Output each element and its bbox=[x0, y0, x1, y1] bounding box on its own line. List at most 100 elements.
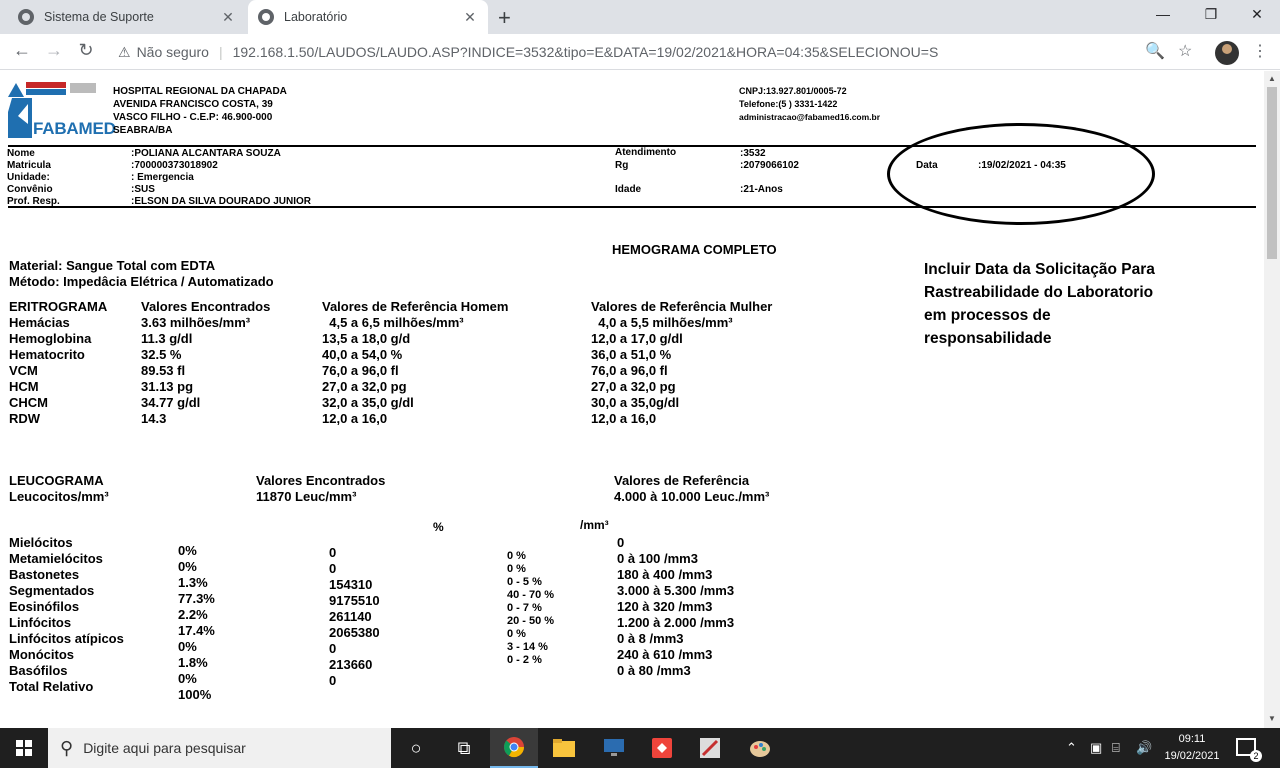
eritro-ref-h: 4,5 a 6,5 milhões/mm³ bbox=[322, 315, 464, 330]
close-window-button[interactable]: ✕ bbox=[1234, 6, 1280, 23]
leuco-name: Metamielócitos bbox=[9, 551, 103, 566]
patient-rg: :2079066102 bbox=[740, 160, 799, 171]
windows-taskbar: ⚲ Digite aqui para pesquisar ○ ⧉ ⌃ ▣ ⌸ 🔊… bbox=[0, 728, 1280, 768]
remote-desktop-icon[interactable] bbox=[590, 728, 638, 768]
mm3-header: /mm³ bbox=[580, 518, 609, 532]
leuco-abs: 0 bbox=[329, 673, 337, 688]
network-icon[interactable]: ⌸ bbox=[1112, 740, 1120, 756]
syringe-icon bbox=[700, 738, 720, 758]
minimize-button[interactable]: — bbox=[1140, 6, 1186, 22]
hospital-phone: Telefone:(5 ) 3331-1422 bbox=[739, 99, 838, 109]
eritro-ref-h: 13,5 a 18,0 g/d bbox=[322, 331, 411, 346]
leuco-name: Bastonetes bbox=[9, 567, 80, 582]
leuco-name: Segmentados bbox=[9, 583, 95, 598]
palette-icon bbox=[750, 741, 770, 757]
task-view-icon[interactable]: ⧉ bbox=[440, 728, 488, 768]
leuco-ref-pct: 3 - 14 % bbox=[507, 641, 548, 653]
monitor-icon bbox=[604, 739, 624, 756]
tab-laboratorio[interactable]: Laboratório ✕ bbox=[248, 0, 488, 34]
leuco-ref-pct: 20 - 50 % bbox=[507, 615, 555, 627]
patient-matricula: :700000373018902 bbox=[131, 160, 218, 171]
leuco-ref-pct: 0 - 5 % bbox=[507, 576, 542, 588]
eritro-value: 3.63 milhões/mm³ bbox=[141, 315, 251, 330]
leuco-ref-pct: 0 - 2 % bbox=[507, 654, 542, 666]
leuco-abs: 9175510 bbox=[329, 593, 380, 608]
search-placeholder: Digite aqui para pesquisar bbox=[83, 740, 246, 756]
leuco-abs: 0 bbox=[329, 641, 337, 656]
file-explorer-icon[interactable] bbox=[540, 728, 588, 768]
meet-icon[interactable]: ▣ bbox=[1090, 740, 1102, 756]
leuco-header-found: Valores Encontrados bbox=[256, 473, 386, 488]
leuco-ref-mm3: 0 à 80 /mm3 bbox=[617, 663, 691, 678]
bookmark-star-icon[interactable]: ☆ bbox=[1178, 41, 1192, 61]
reload-button[interactable]: ↻ bbox=[74, 40, 98, 61]
eritro-value: 32.5 % bbox=[141, 347, 182, 362]
forward-button[interactable]: → bbox=[42, 40, 66, 61]
address-bar[interactable]: ⚠ Não seguro | 192.168.1.50/LAUDOS/LAUDO… bbox=[108, 38, 1208, 66]
tab-close-icon[interactable]: ✕ bbox=[462, 9, 478, 26]
leuco-pct: 100% bbox=[178, 687, 212, 702]
chevron-up-icon[interactable]: ⌃ bbox=[1066, 740, 1077, 756]
governo-logo bbox=[8, 82, 96, 97]
back-button[interactable]: ← bbox=[10, 40, 34, 61]
eritro-ref-h: 32,0 a 35,0 g/dl bbox=[322, 395, 414, 410]
chrome-icon[interactable] bbox=[490, 728, 538, 768]
clock-time: 09:11 bbox=[1178, 733, 1206, 745]
leuco-name: Basófilos bbox=[9, 663, 68, 678]
tab-bar: Sistema de Suporte ✕ Laboratório ✕ + — ❐… bbox=[0, 0, 1280, 34]
url-text[interactable]: 192.168.1.50/LAUDOS/LAUDO.ASP?INDICE=353… bbox=[233, 44, 939, 60]
page-scrollbar[interactable]: ▲ ▼ bbox=[1264, 71, 1280, 728]
eritro-ref-h: 40,0 a 54,0 % bbox=[322, 347, 403, 362]
app-icon[interactable] bbox=[686, 728, 734, 768]
anydesk-icon[interactable] bbox=[638, 728, 686, 768]
new-tab-button[interactable]: + bbox=[498, 5, 511, 31]
leuco-abs: 213660 bbox=[329, 657, 373, 672]
annotation-note: Incluir Data da Solicitação Para Rastrea… bbox=[924, 261, 1155, 347]
eritro-header: Valores de Referência Homem bbox=[322, 299, 509, 314]
notification-icon[interactable] bbox=[1236, 738, 1262, 762]
globe-icon bbox=[258, 9, 274, 25]
eritro-header: Valores Encontrados bbox=[141, 299, 271, 314]
leuco-name: Eosinófilos bbox=[9, 599, 80, 614]
profile-avatar[interactable] bbox=[1215, 41, 1239, 65]
eritro-value: 11.3 g/dl bbox=[141, 331, 193, 346]
patient-unidade: : Emergencia bbox=[131, 172, 194, 183]
leuco-ref-pct: 40 - 70 % bbox=[507, 589, 555, 601]
label-idade: Idade bbox=[615, 184, 642, 195]
clock-date: 19/02/2021 bbox=[1164, 750, 1220, 762]
tab-title: Laboratório bbox=[284, 10, 348, 24]
patient-nome: :POLIANA ALCANTARA SOUZA bbox=[131, 148, 281, 159]
zoom-icon[interactable]: 🔍 bbox=[1145, 41, 1165, 61]
eritro-ref-h: 12,0 a 16,0 bbox=[322, 411, 388, 426]
eritro-name: Hematocrito bbox=[9, 347, 85, 362]
tab-sistema-suporte[interactable]: Sistema de Suporte ✕ bbox=[8, 0, 246, 34]
leuco-ref-pct: 0 - 7 % bbox=[507, 602, 542, 614]
paint-icon[interactable] bbox=[736, 728, 784, 768]
leuco-pct: 0% bbox=[178, 559, 197, 574]
browser-toolbar: ← → ↻ ⚠ Não seguro | 192.168.1.50/LAUDOS… bbox=[0, 34, 1280, 70]
leuco-ref-mm3: 3.000 à 5.300 /mm3 bbox=[617, 583, 735, 598]
leuco-pct: 1.3% bbox=[178, 575, 208, 590]
label-rg: Rg bbox=[615, 160, 629, 171]
security-label[interactable]: Não seguro bbox=[137, 44, 209, 60]
scroll-up-icon[interactable]: ▲ bbox=[1268, 74, 1276, 83]
tab-close-icon[interactable]: ✕ bbox=[220, 9, 236, 26]
scrollbar-thumb[interactable] bbox=[1267, 87, 1277, 259]
windows-icon bbox=[16, 740, 32, 756]
leuco-ref-pct: 0 % bbox=[507, 628, 526, 640]
warning-icon[interactable]: ⚠ bbox=[118, 44, 131, 61]
fabamed-logo: FABAMED bbox=[33, 119, 116, 138]
taskbar-search[interactable]: ⚲ Digite aqui para pesquisar bbox=[48, 728, 391, 768]
start-button[interactable] bbox=[0, 728, 48, 768]
clock[interactable]: 09:11 19/02/2021 bbox=[1160, 731, 1224, 765]
eritro-name: CHCM bbox=[9, 395, 48, 410]
volume-icon[interactable]: 🔊 bbox=[1136, 740, 1152, 756]
eritro-ref-m: 12,0 a 16,0 bbox=[591, 411, 657, 426]
cortana-icon[interactable]: ○ bbox=[392, 728, 440, 768]
divider bbox=[8, 206, 1256, 208]
label-matricula: Matricula bbox=[7, 160, 51, 171]
scroll-down-icon[interactable]: ▼ bbox=[1268, 714, 1276, 723]
maximize-button[interactable]: ❐ bbox=[1188, 6, 1234, 23]
leuco-name: Linfócitos bbox=[9, 615, 72, 630]
menu-icon[interactable]: ⋮ bbox=[1252, 41, 1268, 61]
